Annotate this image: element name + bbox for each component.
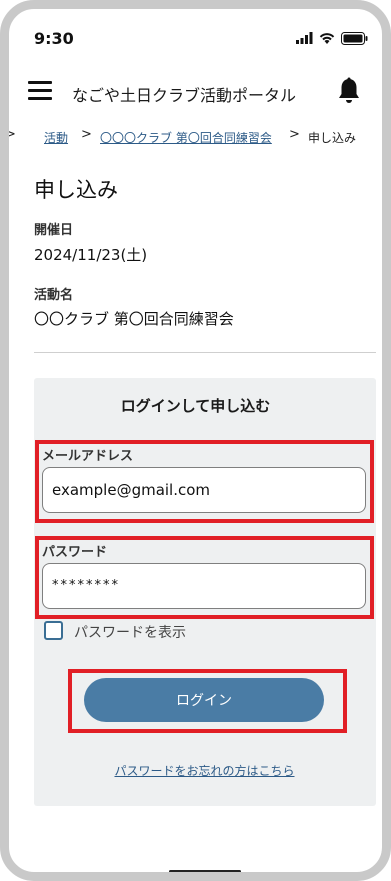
breadcrumb-current: 申し込み [308, 131, 357, 145]
forgot-password-link[interactable]: パスワードをお忘れの方はこちら [9, 762, 382, 779]
email-label: メールアドレス [42, 449, 134, 464]
status-time: 9:30 [34, 29, 74, 48]
breadcrumb-link-activities[interactable]: 活動 [44, 129, 68, 146]
battery-icon [341, 31, 368, 45]
signal-icon [296, 32, 313, 44]
activity-value: 〇〇クラブ 第〇回合同練習会 [34, 310, 234, 328]
app-title: なごや土日クラブ活動ポータル [72, 86, 297, 105]
login-panel-title: ログインして申し込む [120, 397, 271, 415]
show-password-label[interactable]: パスワードを表示 [74, 622, 186, 642]
login-button[interactable]: ログイン [84, 678, 324, 722]
breadcrumb: > 活動 > 〇〇〇クラブ 第〇回合同練習会 > 申し込み [9, 127, 382, 149]
status-bar: 9:30 [9, 9, 382, 49]
breadcrumb-link-event[interactable]: 〇〇〇クラブ 第〇回合同練習会 [100, 129, 272, 146]
bell-icon[interactable] [336, 77, 362, 105]
phone-frame: 9:30 なごや土日クラブ活動ポータル 活動 > 〇〇〇クラブ 第〇回合同練習会… [0, 0, 391, 881]
password-label: パスワード [42, 545, 108, 560]
home-indicator [169, 870, 241, 872]
date-value: 2024/11/23(土) [34, 246, 148, 264]
page-title: 申し込み [34, 178, 118, 202]
chevron-right-icon: > [81, 127, 92, 142]
chevron-right-icon: > [289, 127, 300, 142]
chevron-right-icon: > [9, 127, 16, 142]
divider [34, 352, 376, 353]
show-password-checkbox[interactable] [44, 621, 63, 640]
email-field[interactable]: example@gmail.com [42, 467, 366, 513]
password-field[interactable]: ******** [42, 563, 366, 609]
date-label: 開催日 [34, 223, 74, 238]
activity-label: 活動名 [34, 288, 74, 303]
status-icons [296, 31, 368, 45]
hamburger-icon[interactable] [28, 81, 52, 101]
app-bar: なごや土日クラブ活動ポータル [9, 64, 382, 108]
wifi-icon [319, 33, 335, 44]
